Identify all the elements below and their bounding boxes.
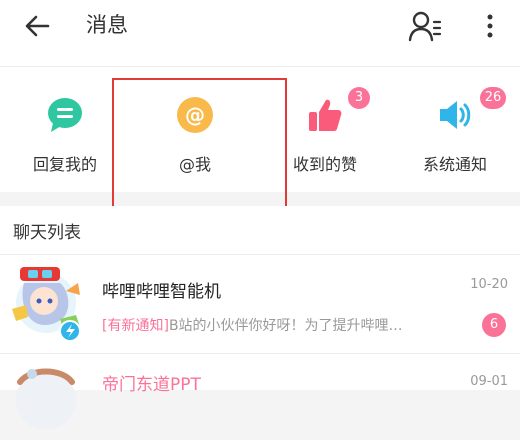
at-me-button[interactable]: @ @我 xyxy=(130,67,260,192)
system-notice-button[interactable]: 26 系统通知 xyxy=(390,67,520,192)
system-notice-badge: 26 xyxy=(480,87,506,109)
page-title: 消息 xyxy=(86,13,128,37)
speaker-icon xyxy=(440,101,471,129)
contacts-icon[interactable] xyxy=(407,8,443,44)
reply-me-button[interactable]: 回复我的 xyxy=(0,67,130,192)
reply-me-label: 回复我的 xyxy=(32,155,97,174)
chat-list-header: 聊天列表 xyxy=(0,206,520,255)
likes-received-button[interactable]: 3 收到的赞 xyxy=(260,67,390,192)
avatar xyxy=(16,368,76,430)
conversation-time: 09-01 xyxy=(470,374,508,389)
at-me-label: @我 xyxy=(178,155,211,174)
conversation-name: 帝门东道PPT xyxy=(102,375,201,395)
thumbs-up-icon xyxy=(309,99,342,131)
back-arrow-icon[interactable] xyxy=(22,10,54,42)
conversation-time: 10-20 xyxy=(470,277,508,292)
system-notice-label: 系统通知 xyxy=(422,155,487,174)
svg-text:@: @ xyxy=(185,103,205,127)
unread-badge: 6 xyxy=(482,313,506,337)
avatar xyxy=(12,267,81,341)
more-vertical-icon[interactable] xyxy=(478,10,502,42)
top-bar: 消息 xyxy=(0,0,520,67)
conversation-preview: [有新通知]B站的小伙伴你好呀！为了提升哔哩… xyxy=(102,315,470,335)
message-categories: 回复我的 @ @我 3 收到的赞 26 系统通知 xyxy=(0,67,520,192)
conversation-item[interactable]: 帝门东道PPT 09-01 xyxy=(0,354,520,430)
conversation-item[interactable]: 哔哩哔哩智能机 10-20 [有新通知]B站的小伙伴你好呀！为了提升哔哩… 6 xyxy=(0,255,520,354)
chat-list-title: 聊天列表 xyxy=(13,223,81,243)
conversation-name: 哔哩哔哩智能机 xyxy=(102,282,221,302)
at-icon: @ xyxy=(177,97,213,133)
likes-received-label: 收到的赞 xyxy=(292,155,357,174)
likes-badge: 3 xyxy=(348,87,370,109)
preview-tag: [有新通知] xyxy=(102,318,169,334)
preview-text: B站的小伙伴你好呀！为了提升哔哩… xyxy=(168,318,403,334)
reply-bubble-icon xyxy=(48,98,82,132)
